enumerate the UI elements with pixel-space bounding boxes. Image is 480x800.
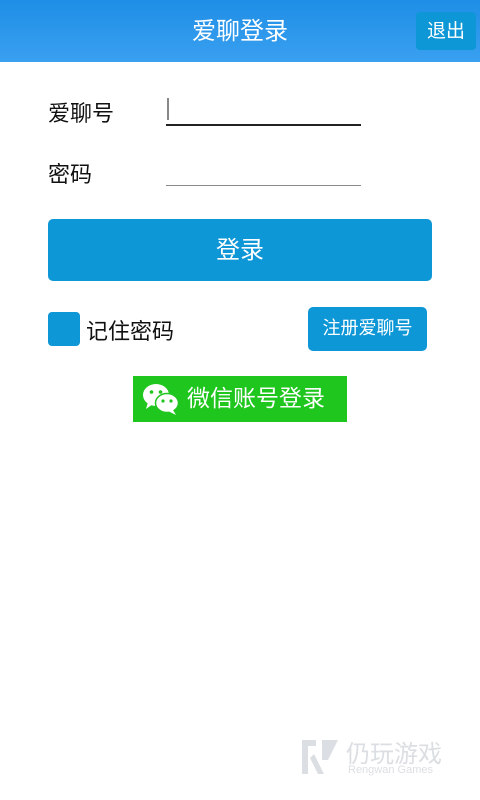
remember-password-label: 记住密码 bbox=[86, 320, 175, 345]
text-cursor bbox=[167, 98, 169, 120]
account-input-underline bbox=[166, 124, 361, 126]
exit-button[interactable]: 退出 bbox=[416, 12, 476, 50]
watermark-brand-en: Rengwan Games bbox=[348, 764, 433, 776]
header-bar: 爱聊登录 退出 bbox=[0, 0, 480, 62]
wechat-icon bbox=[143, 384, 180, 415]
brand-logo-icon bbox=[302, 740, 338, 774]
account-input[interactable] bbox=[166, 92, 361, 124]
account-label: 爱聊号 bbox=[48, 102, 115, 127]
register-button[interactable]: 注册爱聊号 bbox=[308, 307, 427, 351]
wechat-login-label: 微信账号登录 bbox=[187, 386, 325, 412]
page-title: 爱聊登录 bbox=[192, 17, 288, 45]
password-label: 密码 bbox=[48, 163, 93, 188]
watermark: 仍玩游戏 Rengwan Games bbox=[298, 734, 458, 780]
password-input[interactable] bbox=[166, 152, 361, 184]
login-screen: 爱聊登录 退出 爱聊号 密码 登录 记住密码 注册爱聊号 微信账号登录 仍玩游戏… bbox=[0, 0, 480, 800]
remember-password-checkbox[interactable] bbox=[48, 312, 80, 346]
wechat-login-button[interactable]: 微信账号登录 bbox=[133, 376, 347, 422]
password-input-underline bbox=[166, 185, 361, 186]
login-button[interactable]: 登录 bbox=[48, 219, 432, 281]
